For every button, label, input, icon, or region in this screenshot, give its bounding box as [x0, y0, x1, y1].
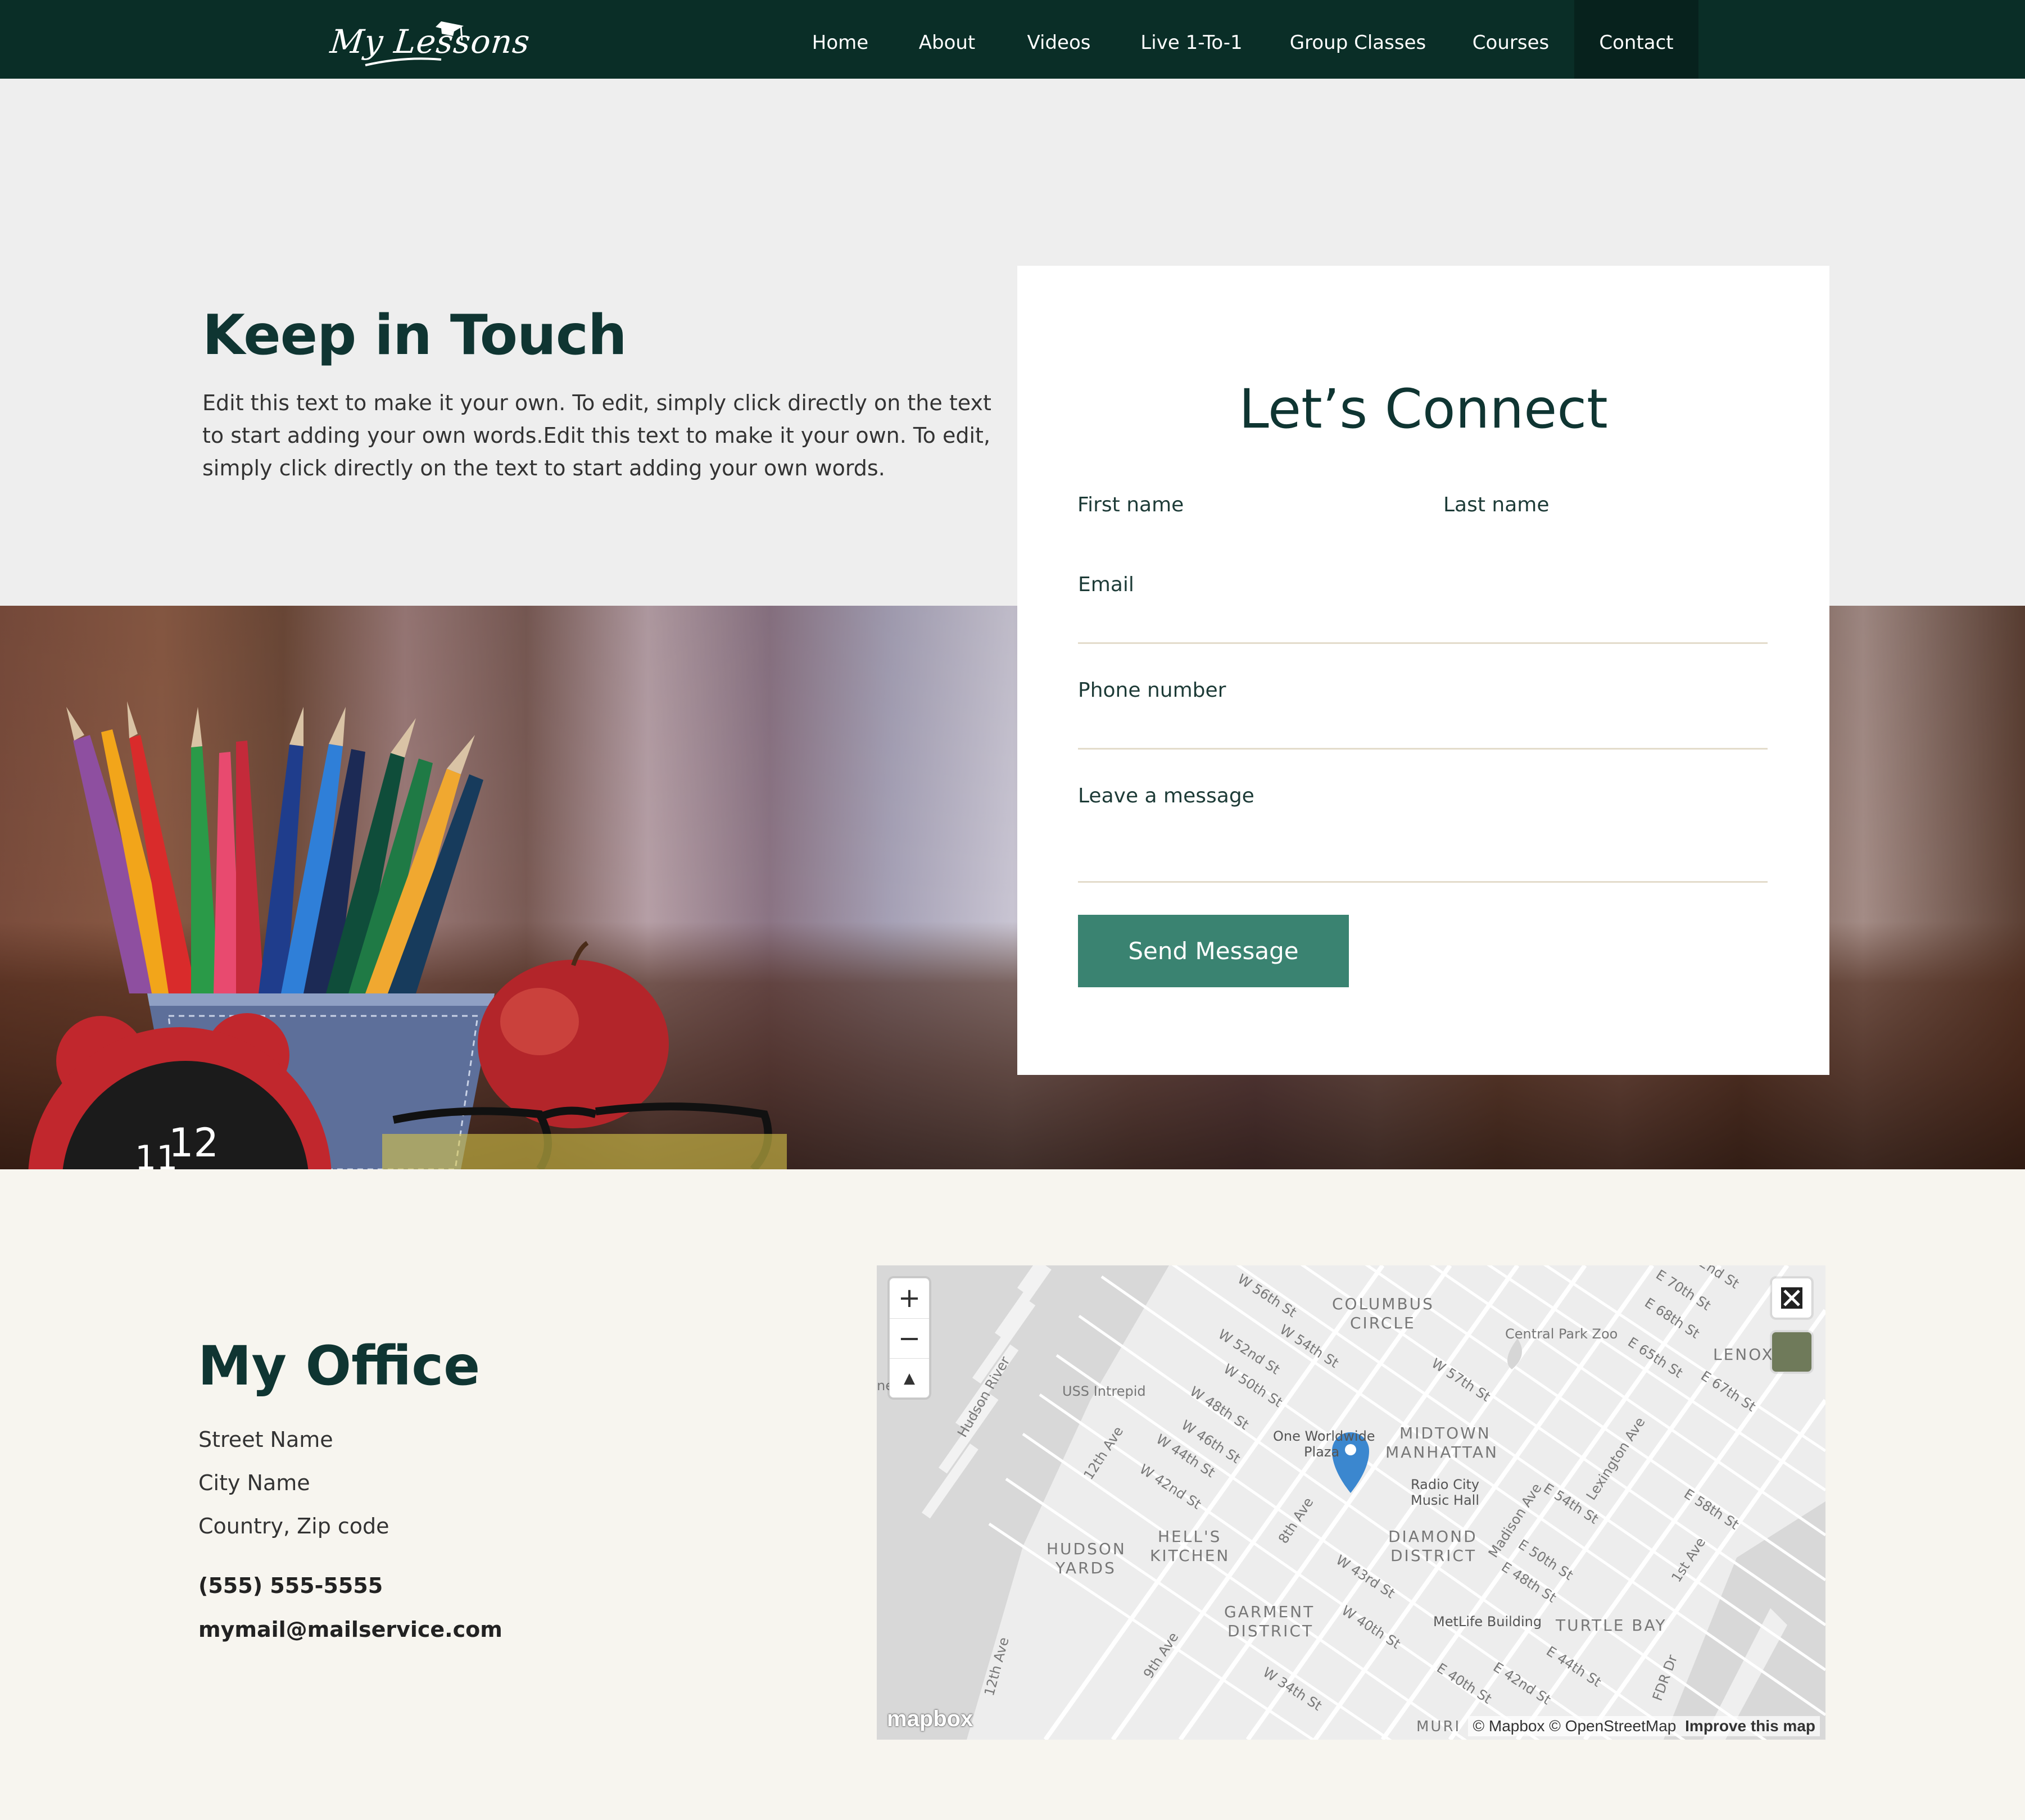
- map-label-diamond: DIAMOND: [1388, 1527, 1478, 1546]
- map-label-music-hall: Music Hall: [1411, 1492, 1480, 1508]
- map-label-diamond-district: DISTRICT: [1390, 1546, 1477, 1565]
- zoom-out-button[interactable]: −: [890, 1318, 929, 1358]
- map-attribution-text[interactable]: © Mapbox © OpenStreetMap: [1473, 1717, 1676, 1735]
- map-attribution: © Mapbox © OpenStreetMap Improve this ma…: [1468, 1716, 1820, 1736]
- map-label-garment: GARMENT: [1224, 1603, 1315, 1621]
- map-label-midtown: MIDTOWN: [1399, 1424, 1491, 1442]
- red-apple: [478, 941, 669, 1128]
- mapbox-logo[interactable]: mapbox: [887, 1706, 973, 1732]
- nav-about[interactable]: About: [909, 0, 985, 79]
- first-name-field[interactable]: [1077, 551, 1420, 552]
- map-label-one-worldwide: One Worldwide: [1273, 1428, 1375, 1444]
- phone-label: Phone number: [1078, 679, 1226, 702]
- last-name-field[interactable]: [1443, 551, 1767, 552]
- nav-contact[interactable]: Contact: [1574, 0, 1698, 79]
- my-office-heading: My Office: [198, 1335, 481, 1397]
- first-name-label: First name: [1077, 493, 1184, 516]
- map-label-yards: YARDS: [1055, 1559, 1116, 1577]
- map-label-hudson-yards: HUDSON: [1047, 1540, 1126, 1558]
- office-phone: (555) 555-5555: [198, 1573, 383, 1598]
- pencil-cup-apple-clock-illustration: 12 11: [28, 701, 787, 1169]
- office-city: City Name: [198, 1470, 310, 1495]
- map-label-one-worldwide-plaza: Plaza: [1304, 1444, 1340, 1460]
- phone-field[interactable]: [1078, 748, 1768, 750]
- send-message-button[interactable]: Send Message: [1078, 915, 1349, 987]
- email-field[interactable]: [1078, 642, 1768, 644]
- zoom-in-button[interactable]: +: [890, 1278, 929, 1318]
- map-label-kitchen: KITCHEN: [1150, 1546, 1230, 1565]
- office-street: Street Name: [198, 1427, 333, 1452]
- map-label-manhattan: MANHATTAN: [1385, 1443, 1498, 1462]
- map-label-turtle-bay: TURTLE BAY: [1556, 1616, 1667, 1635]
- office-map[interactable]: COLUMBUS CIRCLE Central Park Zoo LENOX U…: [877, 1265, 1825, 1740]
- map-label-columbus-circle: COLUMBUS: [1332, 1295, 1434, 1313]
- office-email[interactable]: mymail@mailservice.com: [198, 1617, 502, 1642]
- nav-home[interactable]: Home: [804, 0, 877, 79]
- colored-pencils: [66, 701, 483, 993]
- svg-text:11: 11: [135, 1138, 178, 1169]
- keep-in-touch-text: Edit this text to make it your own. To e…: [202, 391, 991, 480]
- logo-text: My Lessons: [328, 22, 532, 61]
- map-navigation-control: + − ▲: [889, 1278, 930, 1398]
- map-label-lenox: LENOX: [1713, 1345, 1774, 1364]
- map-label-hells-kitchen: HELL'S: [1158, 1527, 1222, 1546]
- site-logo[interactable]: My Lessons: [326, 13, 532, 70]
- nav-live-1-to-1[interactable]: Live 1-To-1: [1133, 0, 1250, 79]
- map-street-grid: [877, 1265, 1825, 1740]
- improve-map-link[interactable]: Improve this map: [1685, 1717, 1815, 1735]
- map-label-garment-district: DISTRICT: [1227, 1622, 1314, 1640]
- keep-in-touch-heading: Keep in Touch: [202, 303, 627, 367]
- message-field[interactable]: [1078, 881, 1768, 883]
- site-header: My Lessons Home About Videos Live 1-To-1…: [0, 0, 2025, 79]
- email-label: Email: [1078, 573, 1134, 596]
- map-label-radio-city: Radio City: [1411, 1477, 1480, 1492]
- map-label-uss-intrepid: USS Intrepid: [1062, 1383, 1146, 1399]
- map-label-columbus-circle-2: CIRCLE: [1350, 1314, 1416, 1332]
- compass-button[interactable]: ▲: [890, 1358, 929, 1398]
- satellite-toggle-button[interactable]: [1772, 1332, 1812, 1372]
- nav-group-classes[interactable]: Group Classes: [1283, 0, 1433, 79]
- lets-connect-heading: Let’s Connect: [1239, 378, 1608, 441]
- last-name-label: Last name: [1443, 493, 1550, 516]
- nav-courses[interactable]: Courses: [1466, 0, 1556, 79]
- map-label-metlife: MetLife Building: [1433, 1614, 1542, 1630]
- map-label-murray: MURI: [1416, 1718, 1461, 1735]
- message-label: Leave a message: [1078, 784, 1254, 807]
- nav-videos[interactable]: Videos: [1017, 0, 1100, 79]
- fullscreen-button[interactable]: [1772, 1278, 1812, 1318]
- fullscreen-icon: [1781, 1287, 1802, 1309]
- map-label-central-park-zoo: Central Park Zoo: [1505, 1326, 1618, 1342]
- office-country-zip: Country, Zip code: [198, 1514, 389, 1538]
